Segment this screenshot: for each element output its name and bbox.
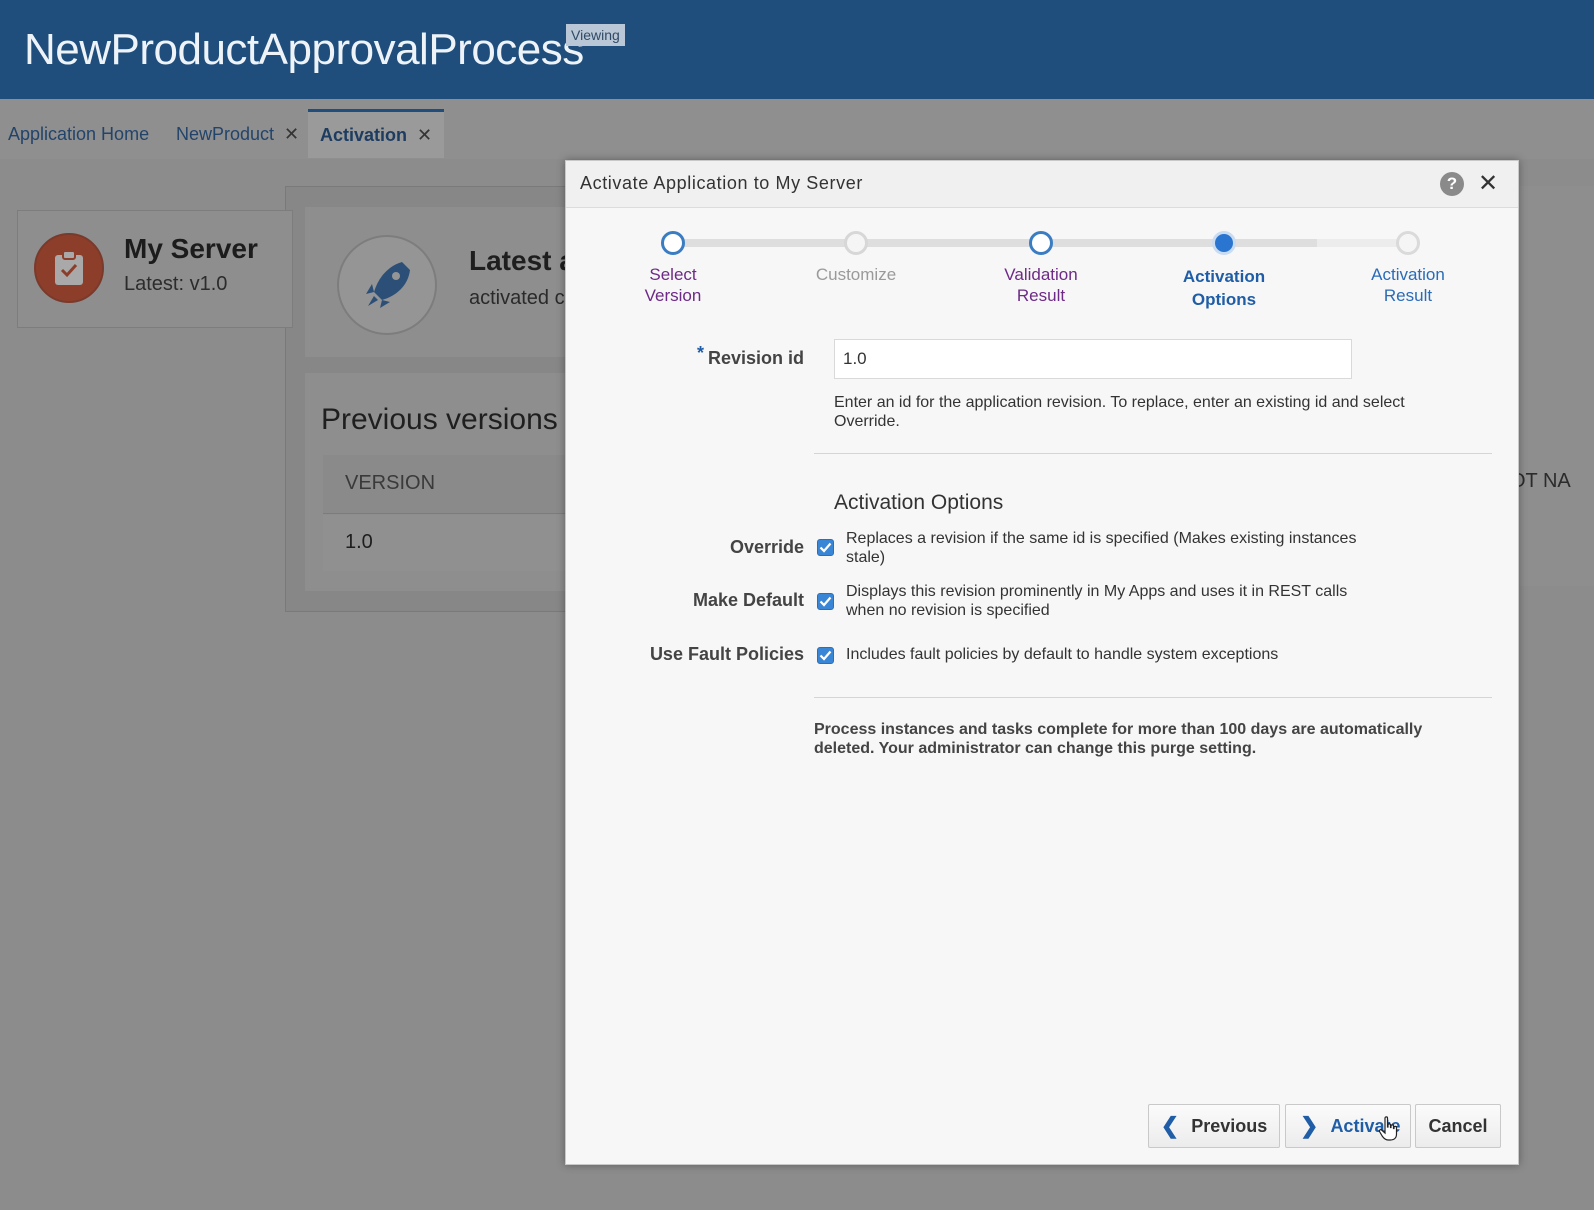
previous-button[interactable]: ❮ Previous xyxy=(1148,1104,1280,1148)
background-panel-right xyxy=(1516,186,1594,586)
dialog-title: Activate Application to My Server xyxy=(580,173,863,193)
step-select-version-label[interactable]: Select Version xyxy=(603,264,743,306)
override-description: Replaces a revision if the same id is sp… xyxy=(846,530,1357,566)
tab-label: Activation xyxy=(320,124,408,145)
step-activation-options-dot[interactable] xyxy=(1212,231,1236,255)
step-validation-result-label[interactable]: Validation Result xyxy=(971,264,1111,306)
previous-versions-title: Previous versions xyxy=(321,403,558,436)
clipboard-check-icon xyxy=(34,233,104,303)
tabs-bar: Application Home NewProduct ✕ Activation… xyxy=(0,99,1594,159)
step-label-line: Result xyxy=(1016,286,1066,305)
make-default-checkbox[interactable] xyxy=(817,593,834,610)
activation-options-heading: Activation Options xyxy=(834,491,1004,514)
version-cell: 1.0 xyxy=(345,531,373,553)
step-activation-result-dot xyxy=(1396,231,1420,255)
step-label-line: Version xyxy=(644,286,702,305)
tab-close-icon[interactable]: ✕ xyxy=(284,124,299,145)
previous-button-label: Previous xyxy=(1191,1115,1268,1136)
column-header-version: VERSION xyxy=(345,472,436,494)
table-header: VERSION xyxy=(323,455,585,514)
step-label-line: Validation xyxy=(1004,265,1078,284)
tab-label: Application Home xyxy=(8,123,150,144)
step-label-line: Activation xyxy=(1182,267,1266,286)
step-validation-result-dot[interactable] xyxy=(1029,231,1053,255)
tab-newproduct[interactable]: NewProduct ✕ xyxy=(176,111,299,157)
checkmark-icon xyxy=(819,596,832,607)
chevron-left-icon: ❮ xyxy=(1160,1113,1180,1138)
override-checkbox[interactable] xyxy=(817,539,834,556)
cancel-button-label: Cancel xyxy=(1428,1115,1488,1136)
step-customize-label: Customize xyxy=(786,264,926,285)
step-select-version-dot[interactable] xyxy=(661,231,685,255)
step-label-line: Select xyxy=(649,265,697,284)
step-label-line: Result xyxy=(1383,286,1433,305)
activate-dialog: Activate Application to My Server ? ✕ Se… xyxy=(565,160,1519,1165)
cancel-button[interactable]: Cancel xyxy=(1415,1104,1501,1148)
latest-subtitle: activated c xyxy=(469,287,565,309)
revision-id-label: * Revision id xyxy=(697,343,804,369)
server-name: My Server xyxy=(124,233,258,264)
tab-label: NewProduct xyxy=(176,123,275,144)
tab-application-home[interactable]: Application Home xyxy=(8,111,149,157)
make-default-description: Displays this revision prominently in My… xyxy=(846,583,1348,619)
column-header-peek: OT NA xyxy=(1510,470,1571,492)
make-default-label: Make Default xyxy=(692,590,804,610)
step-label-line: Customize xyxy=(815,265,897,284)
close-icon[interactable]: ✕ xyxy=(1478,169,1498,198)
tab-activation[interactable]: Activation ✕ xyxy=(308,109,445,158)
viewing-badge: Viewing xyxy=(566,24,625,46)
tab-close-icon[interactable]: ✕ xyxy=(417,125,432,146)
app-title: NewProductApprovalProcess xyxy=(24,25,584,74)
use-fault-policies-description: Includes fault policies by default to ha… xyxy=(846,646,1279,663)
latest-activation-panel: Latest a activated c xyxy=(305,207,585,357)
required-marker: * xyxy=(696,343,704,363)
help-icon[interactable]: ? xyxy=(1440,172,1464,196)
step-label-line: Options xyxy=(1191,290,1257,309)
purge-note: Process instances and tasks complete for… xyxy=(814,721,1423,757)
checkmark-icon xyxy=(819,650,832,661)
step-activation-options-label[interactable]: Activation Options xyxy=(1154,265,1294,311)
use-fault-policies-label: Use Fault Policies xyxy=(649,644,804,664)
chevron-right-icon: ❯ xyxy=(1300,1113,1319,1138)
app-header: NewProductApprovalProcess Viewing xyxy=(0,0,1594,99)
table-row[interactable]: 1.0 xyxy=(323,515,585,571)
previous-versions-panel: Previous versions VERSION 1.0 xyxy=(305,373,585,591)
revision-id-help: Enter an id for the application revision… xyxy=(834,394,1405,430)
checkmark-icon xyxy=(819,542,832,553)
step-customize-dot xyxy=(844,231,868,255)
rocket-icon xyxy=(337,235,437,335)
override-label: Override xyxy=(729,537,804,557)
revision-id-input[interactable] xyxy=(834,339,1352,379)
divider xyxy=(814,697,1492,698)
latest-title: Latest a xyxy=(469,245,575,276)
server-latest-version: Latest: v1.0 xyxy=(124,273,228,295)
use-fault-policies-checkbox[interactable] xyxy=(817,647,834,664)
step-label-line: Activation xyxy=(1371,265,1445,284)
hand-cursor-icon xyxy=(1378,1116,1400,1147)
dialog-titlebar: Activate Application to My Server ? ✕ xyxy=(566,161,1518,208)
step-activation-result-label: Activation Result xyxy=(1338,264,1478,306)
divider xyxy=(814,453,1492,454)
revision-id-label-text: Revision id xyxy=(707,348,804,368)
server-card[interactable]: My Server Latest: v1.0 xyxy=(17,210,293,328)
